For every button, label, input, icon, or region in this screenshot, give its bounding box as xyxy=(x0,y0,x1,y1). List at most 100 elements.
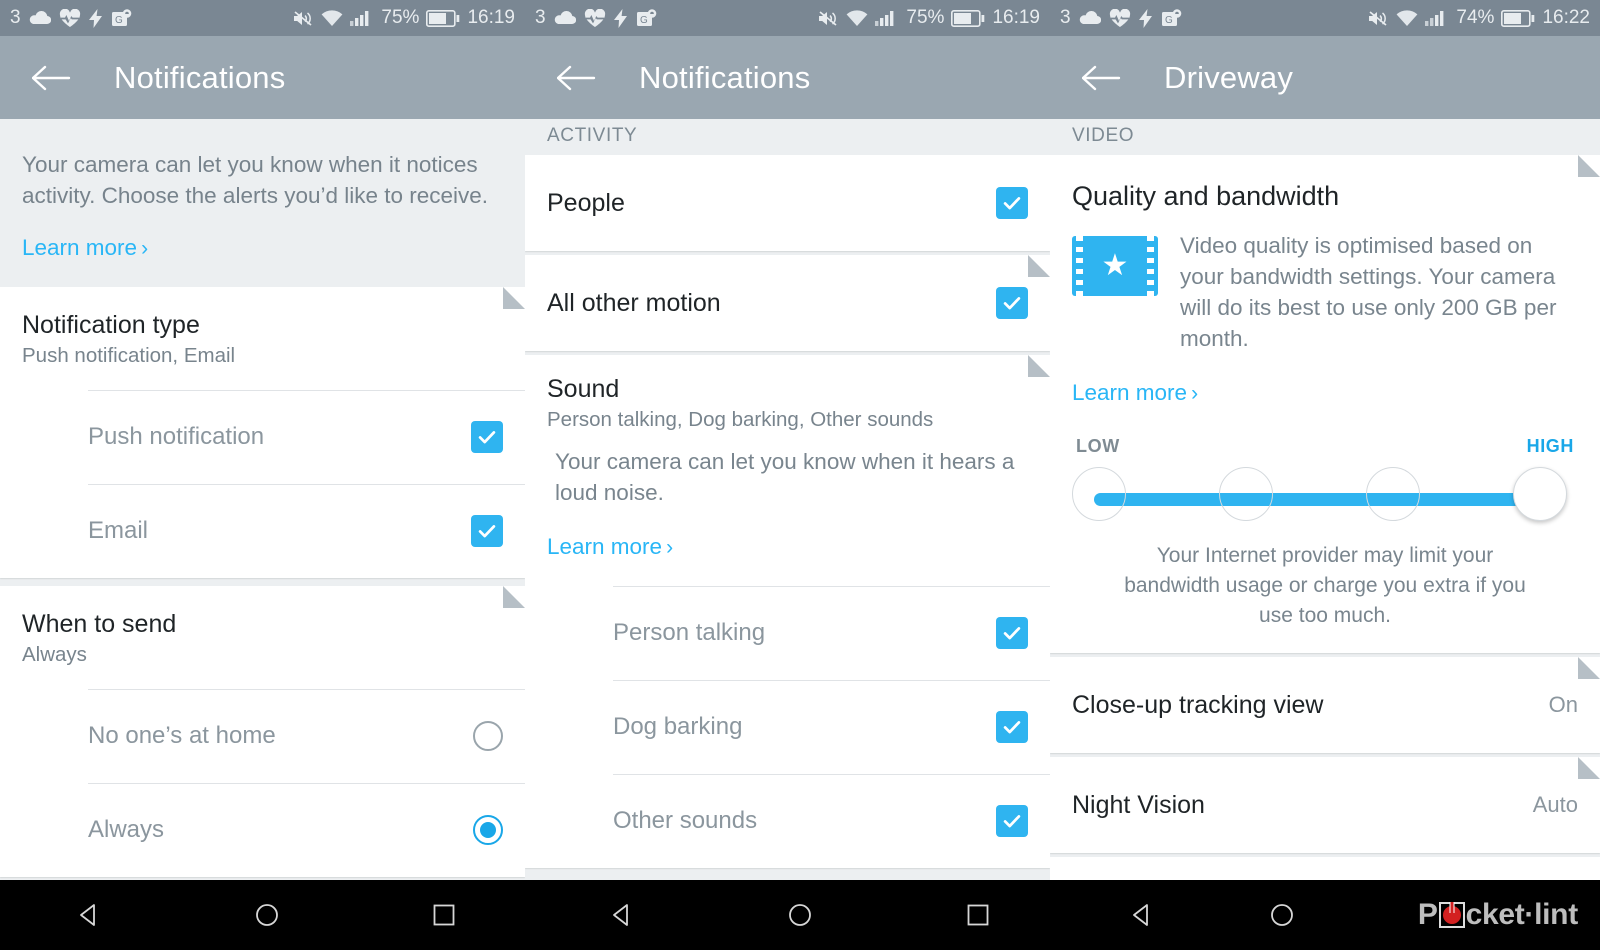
bandwidth-slider[interactable] xyxy=(1072,467,1578,521)
radio-always[interactable] xyxy=(473,815,503,845)
status-bar-right: 74% 16:22 xyxy=(1367,7,1590,29)
learn-more-label: Learn more xyxy=(22,235,138,260)
nav-recents-square-icon[interactable] xyxy=(409,880,479,950)
row-close-up-tracking-view[interactable]: Close-up tracking view On xyxy=(1050,657,1600,753)
notification-count: 3 xyxy=(1060,7,1071,28)
cloud-icon xyxy=(554,10,576,26)
intro-text: Your camera can let you know when it not… xyxy=(22,152,489,208)
clock: 16:22 xyxy=(1542,7,1590,28)
radio-no-one-at-home[interactable] xyxy=(473,721,503,751)
learn-more-link[interactable]: Learn more › xyxy=(22,235,148,261)
group-subtitle: Push notification, Email xyxy=(22,344,236,367)
content-scroll-left[interactable]: Your camera can let you know when it not… xyxy=(0,119,525,880)
checkbox-people[interactable] xyxy=(996,187,1028,219)
app-bar: Driveway xyxy=(1050,36,1600,119)
learn-more-link[interactable]: Learn more › xyxy=(547,534,673,560)
row-label: All other motion xyxy=(547,288,721,317)
chevron-right-icon: › xyxy=(1191,381,1199,405)
bandwidth-slider-section: LOW HIGH Your Internet provider may limi… xyxy=(1050,406,1600,631)
row-label: No one’s at home xyxy=(88,722,276,749)
slider-tick-2[interactable] xyxy=(1219,467,1273,521)
row-always[interactable]: Always xyxy=(0,783,525,877)
row-label: Close-up tracking view xyxy=(1072,690,1324,719)
row-people[interactable]: People xyxy=(525,155,1050,251)
card-quality-bandwidth: Quality and bandwidth ★ Video quality is… xyxy=(1050,155,1600,653)
nav-home-circle-icon[interactable] xyxy=(1247,880,1317,950)
learn-more-label: Learn more xyxy=(1072,380,1188,405)
nav-back-triangle-icon[interactable] xyxy=(587,880,657,950)
back-arrow-icon[interactable] xyxy=(1080,56,1124,100)
row-label: Person talking xyxy=(613,619,766,646)
row-value: On xyxy=(1548,692,1578,717)
heart-rate-icon xyxy=(59,8,81,28)
slider-thumb[interactable] xyxy=(1513,467,1567,521)
battery-percent: 74% xyxy=(1456,7,1495,28)
nav-back-triangle-icon[interactable] xyxy=(54,880,124,950)
back-arrow-icon[interactable] xyxy=(555,56,599,100)
screenshot-root: 3 G 75% 16:19 Notifications Your camera … xyxy=(0,0,1600,950)
page-title: Notifications xyxy=(114,59,286,95)
status-bar: 3 G 75% 16:19 xyxy=(525,0,1050,36)
watermark-suffix: cket·lint xyxy=(1465,898,1579,931)
learn-more-link[interactable]: Learn more › xyxy=(1072,380,1198,406)
power-button-icon xyxy=(1438,902,1465,928)
row-push-notification[interactable]: Push notification xyxy=(0,390,525,484)
slider-track xyxy=(1094,493,1556,506)
card-camera-sharing: Camera sharing Not shared xyxy=(1050,857,1600,880)
group-header-sound: Sound Person talking, Dog barking, Other… xyxy=(525,355,1050,436)
signal-icon xyxy=(1425,9,1449,27)
battery-percent: 75% xyxy=(381,7,420,28)
row-no-one-at-home[interactable]: No one’s at home xyxy=(0,689,525,783)
group-header-when-to-send: When to send Always xyxy=(0,586,525,671)
slider-tick-1[interactable] xyxy=(1072,467,1126,521)
app-bar: Notifications xyxy=(0,36,525,119)
mute-icon xyxy=(817,9,839,28)
chevron-right-icon: › xyxy=(141,236,149,260)
checkbox-push-notification[interactable] xyxy=(471,421,503,453)
card-sound: Sound Person talking, Dog barking, Other… xyxy=(525,355,1050,868)
film-star-icon: ★ xyxy=(1072,236,1158,296)
checkbox-dog-barking[interactable] xyxy=(996,711,1028,743)
nav-back-triangle-icon[interactable] xyxy=(1107,880,1177,950)
clock: 16:19 xyxy=(992,7,1040,28)
group-subtitle: Person talking, Dog barking, Other sound… xyxy=(547,408,934,431)
back-arrow-icon[interactable] xyxy=(30,56,74,100)
svg-text:G: G xyxy=(115,15,123,26)
row-camera-sharing[interactable]: Camera sharing Not shared xyxy=(1050,857,1600,880)
app-bar: Notifications xyxy=(525,36,1050,119)
row-other-sounds[interactable]: Other sounds xyxy=(525,774,1050,868)
pocketlint-watermark: P cket·lint xyxy=(1418,898,1578,932)
panel-notifications-activity: 3 G 75% 16:19 Notifications ACTIVITY Peo… xyxy=(525,0,1050,880)
slider-tick-3[interactable] xyxy=(1366,467,1420,521)
cloud-icon xyxy=(29,10,51,26)
row-all-other-motion[interactable]: All other motion xyxy=(525,255,1050,351)
row-label: People xyxy=(547,188,625,217)
checkbox-other-sounds[interactable] xyxy=(996,805,1028,837)
page-title: Driveway xyxy=(1164,59,1294,95)
checkbox-email[interactable] xyxy=(471,515,503,547)
signal-icon xyxy=(350,9,374,27)
notification-count: 3 xyxy=(535,7,546,28)
content-scroll-right[interactable]: VIDEO Quality and bandwidth ★ Video qual… xyxy=(1050,119,1600,880)
slider-note: Your Internet provider may limit your ba… xyxy=(1124,544,1526,627)
chevron-right-icon: › xyxy=(666,535,674,559)
clock: 16:19 xyxy=(467,7,515,28)
battery-icon xyxy=(426,9,460,27)
nav-home-circle-icon[interactable] xyxy=(232,880,302,950)
row-person-talking[interactable]: Person talking xyxy=(525,586,1050,680)
row-label: Always xyxy=(88,816,165,843)
content-scroll-mid[interactable]: ACTIVITY People All other motion Sound P… xyxy=(525,119,1050,880)
battery-icon xyxy=(1501,9,1535,27)
nav-home-circle-icon[interactable] xyxy=(765,880,835,950)
checkbox-person-talking[interactable] xyxy=(996,617,1028,649)
group-header-notification-type: Notification type Push notification, Ema… xyxy=(0,287,525,372)
nav-recents-square-icon[interactable] xyxy=(943,880,1013,950)
learn-more-label: Learn more xyxy=(547,534,663,559)
group-title: Sound xyxy=(547,375,620,403)
bolt-icon xyxy=(88,8,103,28)
row-email[interactable]: Email xyxy=(0,484,525,578)
row-night-vision[interactable]: Night Vision Auto xyxy=(1050,757,1600,853)
row-dog-barking[interactable]: Dog barking xyxy=(525,680,1050,774)
checkbox-all-other-motion[interactable] xyxy=(996,287,1028,319)
row-label: Night Vision xyxy=(1072,790,1205,819)
